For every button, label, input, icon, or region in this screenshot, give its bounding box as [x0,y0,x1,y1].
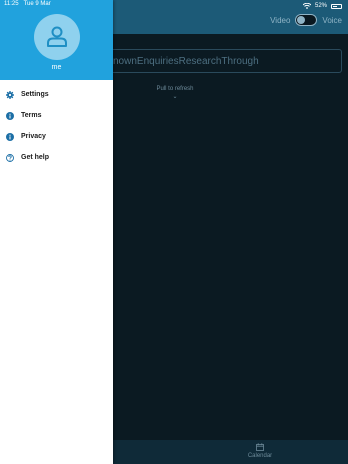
calendar-icon [256,443,264,451]
switch-knob [297,16,306,24]
call-mode-switch[interactable] [295,14,318,26]
status-date: Tue 9 Mar [23,1,51,7]
pull-to-refresh-label: Pull to refresh [156,86,194,92]
search-input[interactable]: nownEnquiriesResearchThrough [100,49,342,73]
battery-percent: 52% [314,3,327,9]
user-icon [47,26,67,47]
user-name: me [51,64,62,71]
menu-item-label: Settings [21,91,49,98]
tab-calendar[interactable]: Calendar [244,443,276,459]
menu-item-label: Terms [21,112,42,119]
search-input-value: nownEnquiriesResearchThrough [113,56,259,67]
avatar[interactable] [34,14,80,60]
menu-item-label: Privacy [21,133,46,140]
battery-fill [333,5,337,7]
info-icon [6,132,14,141]
menu-item-settings[interactable]: Settings [0,84,113,105]
gear-icon [6,90,14,99]
menu-item-terms[interactable]: Terms [0,105,113,126]
battery-icon [331,3,342,9]
wifi-icon [302,3,311,9]
menu-item-privacy[interactable]: Privacy [0,126,113,147]
chevron-down-icon: ⌄ [172,94,178,100]
menu-item-get-help[interactable]: Get help [0,147,113,168]
voice-label: Voice [322,15,342,25]
video-label: Video [270,15,291,25]
help-icon [6,153,14,162]
call-mode-toggle-row: Video Voice [270,13,342,27]
menu-item-label: Get help [21,154,50,161]
drawer-header: 11:25 Tue 9 Mar me [0,0,113,80]
drawer-menu: Settings Terms Privacy Get help [0,84,113,168]
info-icon [6,111,14,120]
tab-calendar-label: Calendar [247,453,273,459]
status-left: 11:25 Tue 9 Mar [4,1,56,7]
status-time: 11:25 [4,1,19,7]
status-right: 52% [302,1,342,11]
pull-to-refresh: Pull to refresh ⌄ [150,86,200,100]
side-drawer: 11:25 Tue 9 Mar me Settings Terms Privac… [0,0,113,464]
